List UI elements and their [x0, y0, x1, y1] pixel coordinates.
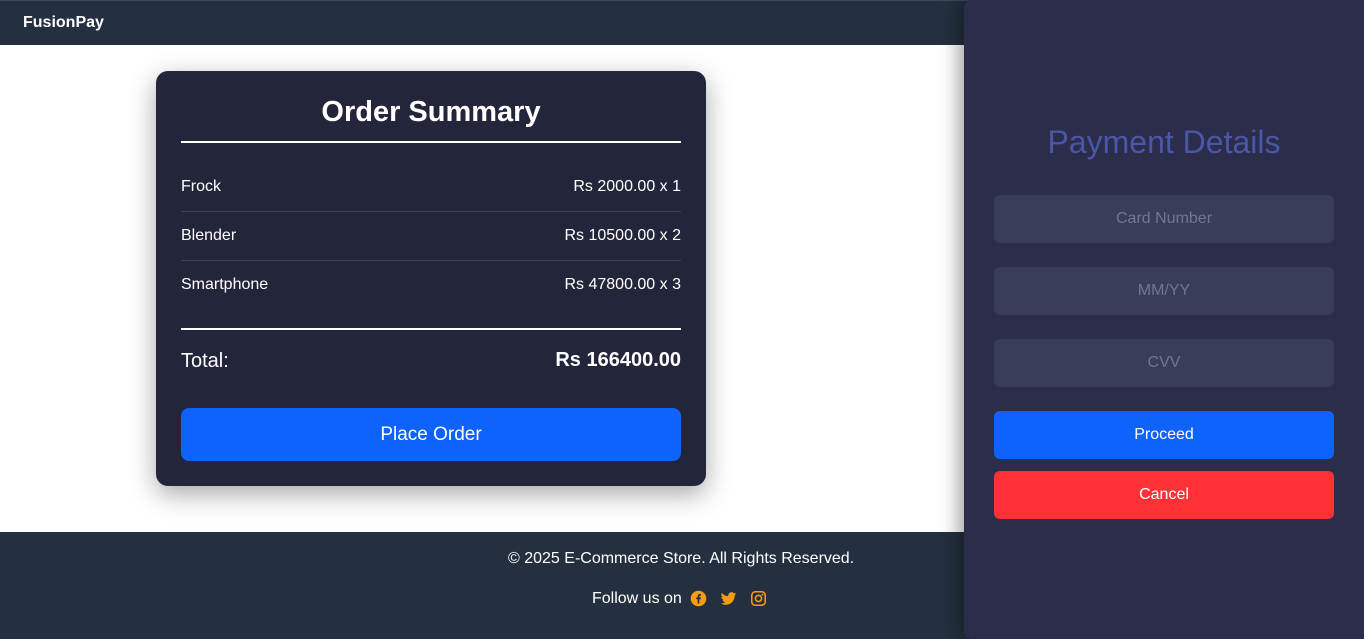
payment-details-title: Payment Details	[1047, 124, 1281, 160]
order-item: Frock Rs 2000.00 x 1	[181, 163, 681, 212]
order-summary-title: Order Summary	[321, 96, 541, 128]
item-price: Rs 10500.00 x 2	[564, 227, 681, 244]
divider	[181, 141, 681, 143]
item-name: Blender	[181, 227, 237, 244]
instagram-icon[interactable]	[750, 590, 767, 607]
total-label: Total:	[181, 350, 229, 372]
follow-us-text: Follow us on	[592, 590, 682, 607]
total-value: Rs 166400.00	[555, 349, 681, 371]
copyright-text: © 2025 E-Commerce Store. All Rights Rese…	[508, 550, 855, 567]
expiry-date-input[interactable]	[994, 267, 1334, 315]
item-name: Smartphone	[181, 276, 269, 293]
cancel-button[interactable]: Cancel	[994, 471, 1334, 519]
place-order-button[interactable]: Place Order	[181, 408, 681, 461]
facebook-icon[interactable]	[690, 590, 707, 607]
item-name: Frock	[181, 178, 221, 195]
twitter-icon[interactable]	[720, 590, 737, 607]
item-price: Rs 47800.00 x 3	[564, 276, 681, 293]
order-item: Smartphone Rs 47800.00 x 3	[181, 261, 681, 310]
cvv-input[interactable]	[994, 339, 1334, 387]
order-summary-card: Order Summary Frock Rs 2000.00 x 1 Blend…	[156, 71, 706, 486]
order-item: Blender Rs 10500.00 x 2	[181, 212, 681, 261]
proceed-button[interactable]: Proceed	[994, 411, 1334, 459]
payment-details-panel: Payment Details Proceed Cancel	[964, 0, 1364, 639]
item-price: Rs 2000.00 x 1	[573, 178, 681, 195]
divider	[181, 328, 681, 330]
brand-logo[interactable]: FusionPay	[23, 14, 104, 32]
card-number-input[interactable]	[994, 195, 1334, 243]
